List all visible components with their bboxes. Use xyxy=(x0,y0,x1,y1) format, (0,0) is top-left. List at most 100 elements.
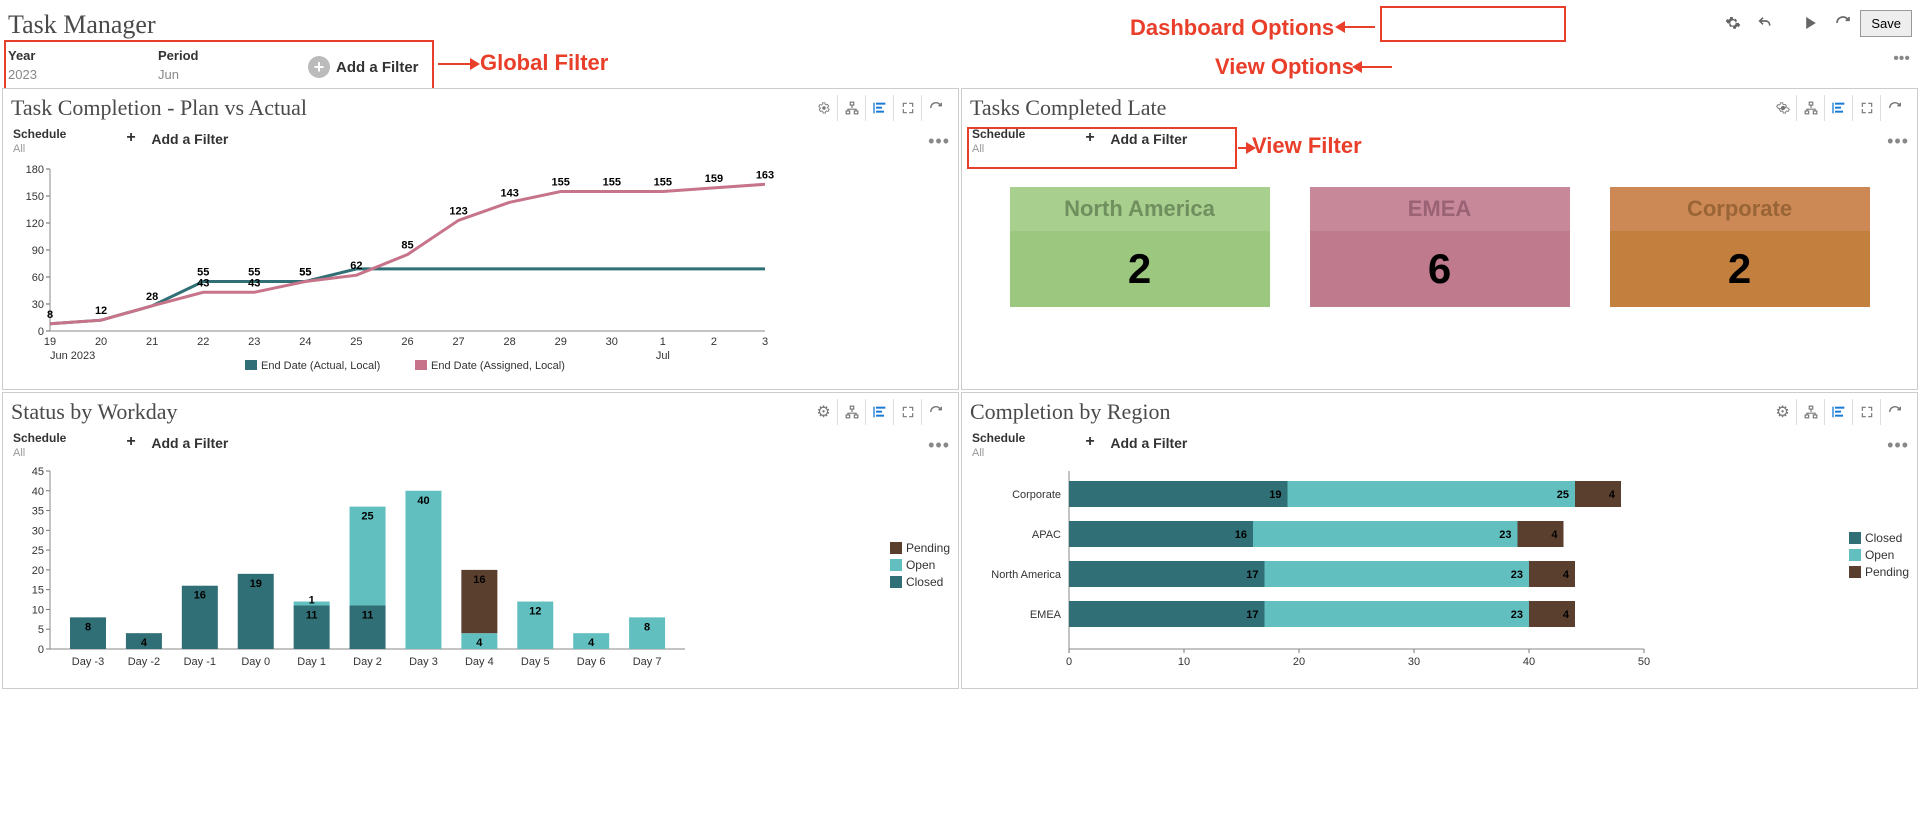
svg-text:30: 30 xyxy=(1408,656,1420,668)
svg-text:Day 1: Day 1 xyxy=(297,656,326,668)
panel-status-workday: Status by Workday ⚙ Schedule All + Add a… xyxy=(2,392,959,689)
hierarchy-icon[interactable] xyxy=(838,399,866,425)
card-corporate[interactable]: Corporate 2 xyxy=(1610,187,1870,307)
refresh-icon[interactable] xyxy=(922,95,950,121)
expand-icon[interactable] xyxy=(1853,399,1881,425)
svg-text:43: 43 xyxy=(197,277,209,289)
panel-title: Task Completion - Plan vs Actual xyxy=(11,95,307,121)
panel-toolbar: ⚙ xyxy=(810,399,950,425)
svg-text:8: 8 xyxy=(47,309,53,321)
svg-text:North America: North America xyxy=(991,569,1062,581)
filter-label: Schedule xyxy=(972,127,1025,141)
svg-text:Day -3: Day -3 xyxy=(72,656,104,668)
chart-type-icon[interactable] xyxy=(1825,399,1853,425)
add-view-filter-button[interactable]: + Add a Filter xyxy=(1085,129,1187,149)
panel-tasks-late: Tasks Completed Late Schedule All + Add … xyxy=(961,88,1918,390)
svg-text:1: 1 xyxy=(660,336,666,348)
plus-icon: + xyxy=(1085,433,1105,453)
svg-text:19: 19 xyxy=(1269,489,1281,501)
svg-text:155: 155 xyxy=(654,177,672,189)
filter-value: All xyxy=(13,447,66,459)
card-emea[interactable]: EMEA 6 xyxy=(1310,187,1570,307)
expand-icon[interactable] xyxy=(894,95,922,121)
page-title: Task Manager xyxy=(8,10,156,40)
svg-text:End Date (Actual, Local): End Date (Actual, Local) xyxy=(261,360,380,372)
add-view-filter-button[interactable]: + Add a Filter xyxy=(126,433,228,453)
svg-text:Day -1: Day -1 xyxy=(184,656,216,668)
svg-text:23: 23 xyxy=(248,336,260,348)
expand-icon[interactable] xyxy=(894,399,922,425)
svg-text:40: 40 xyxy=(32,486,44,498)
filter-value: 2023 xyxy=(8,67,118,82)
svg-text:19: 19 xyxy=(250,578,262,590)
gear-icon[interactable]: ⚙ xyxy=(810,399,838,425)
gear-icon[interactable] xyxy=(1769,95,1797,121)
svg-text:35: 35 xyxy=(32,506,44,518)
hierarchy-icon[interactable] xyxy=(1797,95,1825,121)
chart-type-icon[interactable] xyxy=(866,399,894,425)
chart-type-icon[interactable] xyxy=(1825,95,1853,121)
card-north-america[interactable]: North America 2 xyxy=(1010,187,1270,307)
svg-text:Day 7: Day 7 xyxy=(633,656,662,668)
card-value: 2 xyxy=(1610,231,1870,307)
gear-icon[interactable] xyxy=(810,95,838,121)
svg-text:120: 120 xyxy=(26,218,44,230)
hierarchy-icon[interactable] xyxy=(1797,399,1825,425)
more-icon[interactable]: ••• xyxy=(1887,435,1909,456)
svg-text:85: 85 xyxy=(401,240,413,252)
svg-text:30: 30 xyxy=(606,336,618,348)
play-icon[interactable] xyxy=(1796,8,1826,38)
add-global-filter-button[interactable]: + Add a Filter xyxy=(308,56,419,78)
more-icon[interactable]: ••• xyxy=(928,131,950,152)
chart-type-icon[interactable] xyxy=(866,95,894,121)
panel-title: Tasks Completed Late xyxy=(970,95,1166,121)
add-view-filter-button[interactable]: + Add a Filter xyxy=(1085,433,1187,453)
panel-toolbar xyxy=(810,95,950,121)
svg-text:30: 30 xyxy=(32,525,44,537)
global-filter-period[interactable]: Period Jun xyxy=(158,48,268,82)
svg-text:40: 40 xyxy=(1523,656,1535,668)
view-filter-schedule[interactable]: Schedule All xyxy=(13,431,66,459)
svg-text:10: 10 xyxy=(32,604,44,616)
legend-pending: Pending xyxy=(906,541,950,555)
gear-icon[interactable]: ⚙ xyxy=(1769,399,1797,425)
svg-text:25: 25 xyxy=(361,511,373,523)
plus-icon: + xyxy=(1085,129,1105,149)
svg-text:16: 16 xyxy=(1235,529,1247,541)
save-button[interactable]: Save xyxy=(1860,10,1912,37)
filter-label: Schedule xyxy=(13,431,66,445)
view-filter-schedule[interactable]: Schedule All xyxy=(972,431,1025,459)
hierarchy-icon[interactable] xyxy=(838,95,866,121)
expand-icon[interactable] xyxy=(1853,95,1881,121)
svg-text:159: 159 xyxy=(705,173,723,185)
svg-text:4: 4 xyxy=(588,637,595,649)
refresh-icon[interactable] xyxy=(1881,399,1909,425)
more-icon[interactable]: ••• xyxy=(1893,50,1910,68)
undo-icon[interactable] xyxy=(1750,8,1780,38)
panel-title: Status by Workday xyxy=(11,399,177,425)
svg-text:55: 55 xyxy=(197,267,209,279)
filter-label: Schedule xyxy=(13,127,66,141)
view-filter-schedule[interactable]: Schedule All xyxy=(972,127,1025,155)
refresh-icon[interactable] xyxy=(922,399,950,425)
svg-text:43: 43 xyxy=(248,277,260,289)
svg-text:25: 25 xyxy=(32,545,44,557)
svg-text:123: 123 xyxy=(449,205,467,217)
add-view-filter-button[interactable]: + Add a Filter xyxy=(126,129,228,149)
legend-closed: Closed xyxy=(906,575,943,589)
svg-text:Day 2: Day 2 xyxy=(353,656,382,668)
svg-text:25: 25 xyxy=(1557,489,1569,501)
plus-icon: + xyxy=(126,433,146,453)
refresh-icon[interactable] xyxy=(1828,8,1858,38)
global-filter-year[interactable]: Year 2023 xyxy=(8,48,118,82)
refresh-icon[interactable] xyxy=(1881,95,1909,121)
svg-text:150: 150 xyxy=(26,191,44,203)
gear-icon[interactable] xyxy=(1718,8,1748,38)
card-value: 2 xyxy=(1010,231,1270,307)
view-filter-schedule[interactable]: Schedule All xyxy=(13,127,66,155)
svg-text:12: 12 xyxy=(529,606,541,618)
more-icon[interactable]: ••• xyxy=(1887,131,1909,152)
svg-text:28: 28 xyxy=(146,291,158,303)
svg-text:0: 0 xyxy=(38,644,44,656)
more-icon[interactable]: ••• xyxy=(928,435,950,456)
